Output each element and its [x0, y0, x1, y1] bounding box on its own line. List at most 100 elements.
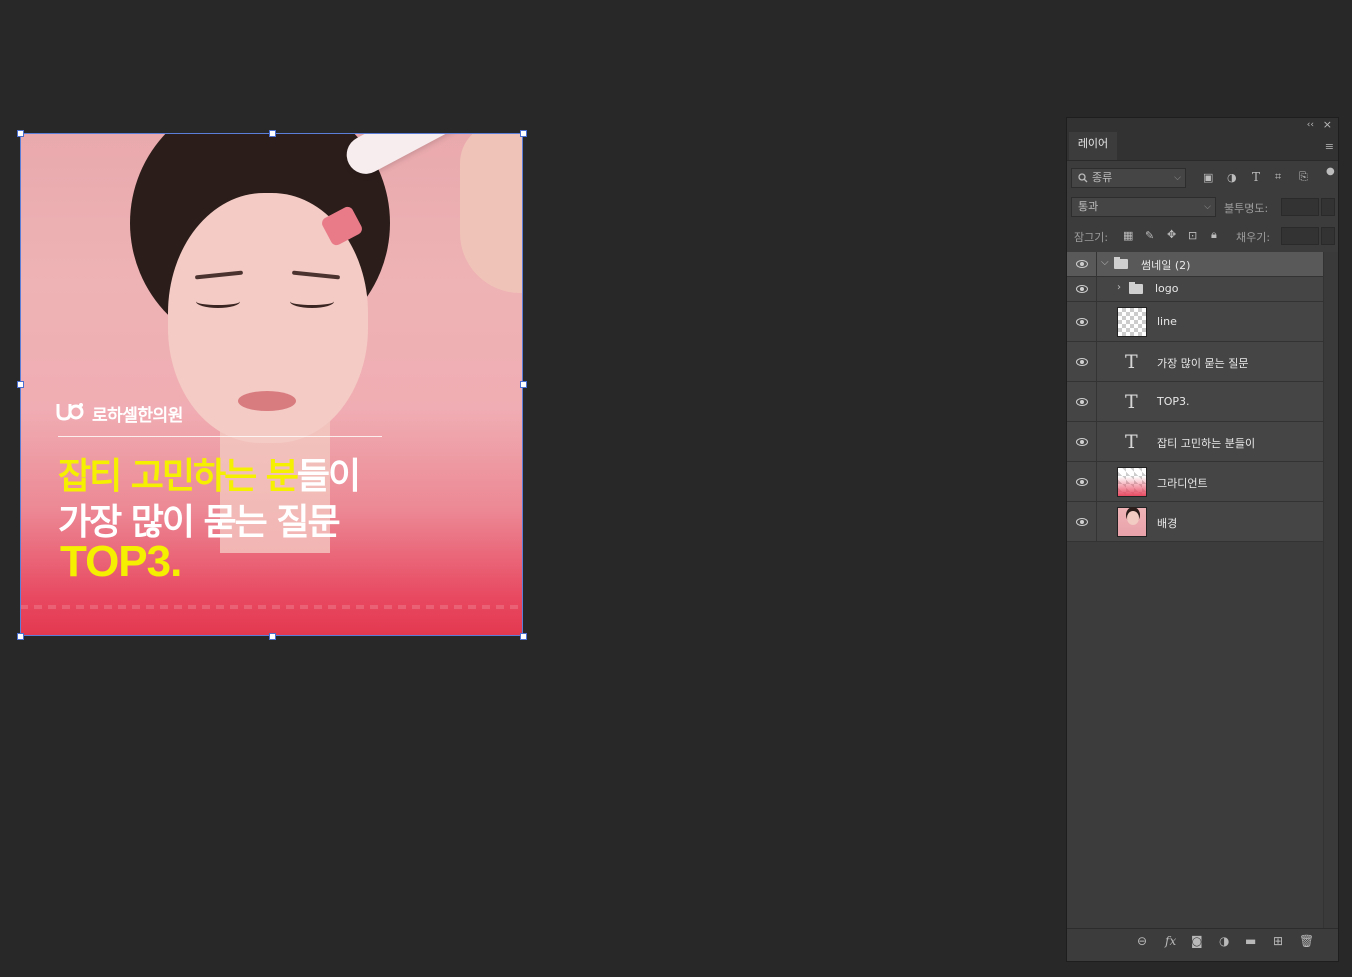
filter-row: 종류 ⌵ ▣ ◑ T ⌗ ⎘ ● — [1067, 166, 1338, 194]
close-panel-icon[interactable]: × — [1323, 118, 1332, 132]
dotted-decoration — [20, 605, 523, 609]
visibility-toggle[interactable] — [1067, 252, 1097, 276]
layer-list-scrollbar[interactable] — [1323, 252, 1338, 928]
clinic-logo-icon — [56, 403, 84, 421]
headline-highlight: 잡티 고민하는 분 — [58, 456, 299, 497]
filter-pixel-icon[interactable]: ▣ — [1203, 171, 1213, 184]
layer-name: 가장 많이 묻는 질문 — [1157, 356, 1249, 370]
fill-label: 채우기: — [1236, 231, 1271, 244]
clinic-name: 로하셀한의원 — [92, 406, 183, 426]
layer-list: ⌵ 썸네일 (2) › logo line T 가장 많이 묻는 질문 T TO… — [1067, 252, 1323, 542]
new-layer-icon[interactable]: ⊞ — [1273, 934, 1283, 948]
chevron-down-icon[interactable]: ⌵ — [1101, 257, 1109, 268]
layer-name: 배경 — [1157, 516, 1178, 530]
layers-panel: ‹‹ × 레이어 ≡ 종류 ⌵ ▣ ◑ T ⌗ ⎘ ● 통과 ⌵ 불투명도: 잠… — [1066, 117, 1339, 962]
type-layer-icon: T — [1125, 390, 1138, 413]
chevron-down-icon: ⌵ — [1174, 173, 1181, 183]
visibility-toggle[interactable] — [1067, 502, 1097, 541]
layer-name: 그라디언트 — [1157, 476, 1208, 490]
fill-input[interactable] — [1281, 227, 1319, 245]
transform-handle-top[interactable] — [269, 130, 276, 137]
lock-artboard-icon[interactable]: ⊡ — [1188, 229, 1197, 242]
filter-smart-object-icon[interactable]: ⎘ — [1299, 170, 1308, 184]
layer-gradient[interactable]: 그라디언트 — [1067, 462, 1323, 502]
visibility-toggle[interactable] — [1067, 302, 1097, 341]
transform-handle-bottom-left[interactable] — [17, 633, 24, 640]
layer-line[interactable]: line — [1067, 302, 1323, 342]
layer-group-logo[interactable]: › logo — [1067, 277, 1323, 302]
filter-adjustment-icon[interactable]: ◑ — [1227, 171, 1237, 184]
lock-paint-brush-icon[interactable]: ✎ — [1145, 229, 1154, 242]
canvas-artwork[interactable]: 로하셀한의원 잡티 고민하는 분들이 가장 많이 묻는 질문 TOP3. — [20, 133, 523, 636]
eye-icon — [1076, 285, 1088, 293]
headline-rest: 들이 — [296, 456, 361, 497]
layer-background[interactable]: 배경 — [1067, 502, 1323, 542]
headline-line-1: 잡티 고민하는 분들이 — [58, 447, 361, 499]
type-layer-icon: T — [1125, 350, 1138, 373]
opacity-slider-toggle[interactable] — [1321, 198, 1335, 216]
blend-row: 통과 ⌵ 불투명도: — [1067, 195, 1338, 223]
filter-type-icon[interactable]: T — [1252, 170, 1260, 184]
layer-name: TOP3. — [1157, 394, 1190, 408]
eye-icon — [1076, 357, 1088, 366]
model-lips — [238, 391, 296, 411]
model-hand — [460, 133, 523, 293]
layer-thumbnail — [1117, 467, 1147, 497]
lock-position-move-icon[interactable]: ✥ — [1167, 228, 1176, 241]
chevron-right-icon[interactable]: › — [1117, 282, 1121, 293]
layer-name: logo — [1155, 282, 1179, 295]
layer-text-top3[interactable]: T TOP3. — [1067, 382, 1323, 422]
lock-transparent-icon[interactable]: ▦ — [1123, 229, 1133, 242]
transform-handle-top-right[interactable] — [520, 130, 527, 137]
visibility-toggle[interactable] — [1067, 277, 1097, 301]
opacity-input[interactable] — [1281, 198, 1319, 216]
visibility-toggle[interactable] — [1067, 422, 1097, 461]
divider-line — [58, 436, 382, 437]
eye-icon — [1076, 397, 1088, 406]
filter-toggle-icon[interactable]: ● — [1326, 166, 1335, 177]
transform-handle-bottom[interactable] — [269, 633, 276, 640]
eye-icon — [1076, 477, 1088, 486]
transform-handle-left[interactable] — [17, 381, 24, 388]
panel-tab-row: 레이어 ≡ — [1067, 132, 1338, 161]
layer-text-question[interactable]: T 가장 많이 묻는 질문 — [1067, 342, 1323, 382]
lock-all-icon[interactable]: 🔒︎ — [1211, 228, 1217, 242]
visibility-toggle[interactable] — [1067, 462, 1097, 501]
trash-icon[interactable]: 🗑︎ — [1299, 934, 1314, 948]
add-mask-icon[interactable]: ◙ — [1191, 934, 1203, 948]
fill-slider-toggle[interactable] — [1321, 227, 1335, 245]
left-eye — [196, 295, 240, 308]
layer-name: 잡티 고민하는 분들이 — [1157, 436, 1256, 450]
folder-icon — [1114, 257, 1128, 269]
layer-group-thumbnail[interactable]: ⌵ 썸네일 (2) — [1067, 252, 1323, 277]
eye-icon — [1076, 317, 1088, 326]
layer-filter-dropdown[interactable]: 종류 ⌵ — [1071, 168, 1186, 188]
layer-text-headline[interactable]: T 잡티 고민하는 분들이 — [1067, 422, 1323, 462]
headline-top3: TOP3. — [60, 537, 182, 586]
tab-layers[interactable]: 레이어 — [1069, 132, 1117, 160]
new-adjustment-layer-icon[interactable]: ◑ — [1219, 934, 1229, 948]
new-group-folder-icon[interactable]: ▬ — [1245, 934, 1256, 948]
layer-thumbnail — [1117, 507, 1147, 537]
visibility-toggle[interactable] — [1067, 382, 1097, 421]
collapse-panel-icon[interactable]: ‹‹ — [1307, 118, 1314, 132]
eye-icon — [1076, 517, 1088, 526]
fx-effects-icon[interactable]: fx — [1165, 934, 1176, 948]
filter-kind-label: 종류 — [1092, 171, 1113, 184]
visibility-toggle[interactable] — [1067, 342, 1097, 381]
transform-handle-bottom-right[interactable] — [520, 633, 527, 640]
lock-label: 잠그기: — [1074, 231, 1109, 244]
transform-handle-right[interactable] — [520, 381, 527, 388]
layer-name: 썸네일 (2) — [1141, 259, 1191, 272]
filter-shape-icon[interactable]: ⌗ — [1275, 170, 1281, 184]
panel-title-bar: ‹‹ × — [1067, 118, 1338, 132]
folder-icon — [1129, 282, 1143, 294]
transform-handle-top-left[interactable] — [17, 130, 24, 137]
blend-mode-dropdown[interactable]: 통과 ⌵ — [1071, 197, 1216, 217]
lock-row: 잠그기: ▦ ✎ ✥ ⊡ 🔒︎ 채우기: — [1067, 224, 1338, 252]
panel-bottom-toolbar: ⊖ fx ◙ ◑ ▬ ⊞ 🗑︎ — [1067, 928, 1338, 955]
eye-icon — [1076, 437, 1088, 446]
opacity-label: 불투명도: — [1224, 202, 1269, 215]
panel-menu-icon[interactable]: ≡ — [1325, 140, 1334, 153]
link-layers-icon[interactable]: ⊖ — [1137, 934, 1147, 948]
